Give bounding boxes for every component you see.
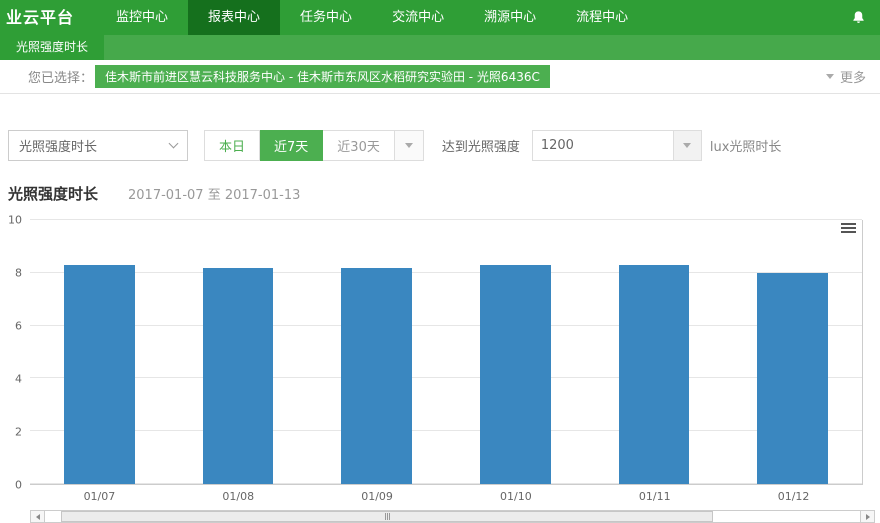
metric-select[interactable]: 光照强度时长 (8, 130, 188, 161)
bar-01/08[interactable] (203, 268, 274, 484)
more-label: 更多 (840, 67, 866, 86)
range-7days-button[interactable]: 近7天 (260, 130, 323, 161)
bell-icon[interactable] (851, 0, 880, 35)
range-30days-button[interactable]: 近30天 (323, 130, 395, 161)
selection-value[interactable]: 佳木斯市前进区慧云科技服务中心 - 佳木斯市东风区水稻研究实验田 - 光照643… (95, 65, 550, 88)
range-button-group: 本日 近7天 近30天 (204, 130, 424, 161)
x-tick-label: 01/12 (724, 490, 863, 503)
threshold-suffix: lux光照时长 (710, 136, 782, 155)
more-button[interactable]: 更多 (826, 67, 866, 86)
scroll-left-arrow[interactable] (30, 510, 45, 523)
threshold-input[interactable] (533, 131, 673, 160)
chart-body: 0246810 (0, 220, 880, 485)
bar-column (30, 220, 169, 484)
chevron-down-icon (826, 74, 834, 79)
sub-nav: 光照强度时长 (0, 35, 880, 60)
y-axis: 0246810 (0, 220, 30, 485)
bar-column (307, 220, 446, 484)
chart-title: 光照强度时长 (8, 183, 98, 204)
breadcrumb-tab[interactable]: 光照强度时长 (0, 35, 104, 60)
bar-01/11[interactable] (619, 265, 690, 484)
range-today-button[interactable]: 本日 (204, 130, 260, 161)
selection-label: 您已选择： (28, 67, 93, 86)
scrollbar-grip-icon (385, 513, 390, 520)
x-tick-label: 01/07 (30, 490, 169, 503)
bar-column (169, 220, 308, 484)
bars-container (30, 220, 862, 484)
x-tick-label: 01/10 (446, 490, 585, 503)
bar-01/12[interactable] (757, 273, 828, 484)
bar-column (723, 220, 862, 484)
chart-date-range: 2017-01-07 至 2017-01-13 (128, 184, 300, 203)
nav-item-process-center[interactable]: 流程中心 (556, 0, 648, 35)
nav-item-trace-center[interactable]: 溯源中心 (464, 0, 556, 35)
range-dropdown-button[interactable] (395, 130, 424, 161)
triangle-left-icon (36, 514, 40, 520)
chevron-down-icon (405, 143, 413, 148)
scroll-right-arrow[interactable] (860, 510, 875, 523)
chart: 0246810 01/0701/0801/0901/1001/1101/12 (0, 220, 880, 503)
x-tick-label: 01/08 (169, 490, 308, 503)
bar-01/07[interactable] (64, 265, 135, 484)
brand[interactable]: 业云平台 (0, 0, 96, 35)
top-nav: 业云平台 监控中心 报表中心 任务中心 交流中心 溯源中心 流程中心 (0, 0, 880, 35)
main-menu: 监控中心 报表中心 任务中心 交流中心 溯源中心 流程中心 (96, 0, 648, 35)
y-tick-label: 8 (15, 267, 22, 280)
scrollbar-thumb[interactable] (61, 511, 713, 522)
x-tick-label: 01/11 (585, 490, 724, 503)
metric-select-value: 光照强度时长 (19, 136, 97, 155)
bar-column (585, 220, 724, 484)
bell-icon-glyph (851, 10, 866, 25)
chart-header: 光照强度时长 2017-01-07 至 2017-01-13 (8, 183, 872, 204)
filter-bar: 光照强度时长 本日 近7天 近30天 达到光照强度 lux光照时长 (8, 130, 872, 161)
plot-area (30, 220, 863, 485)
threshold-input-wrap (532, 130, 702, 161)
x-tick-label: 01/09 (308, 490, 447, 503)
selection-bar: 您已选择： 佳木斯市前进区慧云科技服务中心 - 佳木斯市东风区水稻研究实验田 -… (0, 60, 880, 94)
threshold-label: 达到光照强度 (442, 136, 520, 155)
chevron-down-icon (683, 143, 691, 148)
y-tick-label: 0 (15, 479, 22, 492)
triangle-right-icon (866, 514, 870, 520)
nav-item-task-center[interactable]: 任务中心 (280, 0, 372, 35)
scrollbar-track[interactable] (45, 510, 860, 523)
nav-item-report-center[interactable]: 报表中心 (188, 0, 280, 35)
y-tick-label: 4 (15, 373, 22, 386)
nav-item-monitor-center[interactable]: 监控中心 (96, 0, 188, 35)
chart-scrollbar[interactable] (30, 510, 875, 523)
y-tick-label: 10 (8, 214, 22, 227)
threshold-dropdown-button[interactable] (673, 131, 701, 160)
bar-01/09[interactable] (341, 268, 412, 484)
bar-01/10[interactable] (480, 265, 551, 484)
x-axis: 01/0701/0801/0901/1001/1101/12 (30, 490, 863, 503)
chart-menu-icon[interactable] (841, 223, 856, 235)
nav-item-exchange-center[interactable]: 交流中心 (372, 0, 464, 35)
chevron-down-icon (169, 139, 179, 149)
y-tick-label: 6 (15, 320, 22, 333)
y-tick-label: 2 (15, 426, 22, 439)
bar-column (446, 220, 585, 484)
